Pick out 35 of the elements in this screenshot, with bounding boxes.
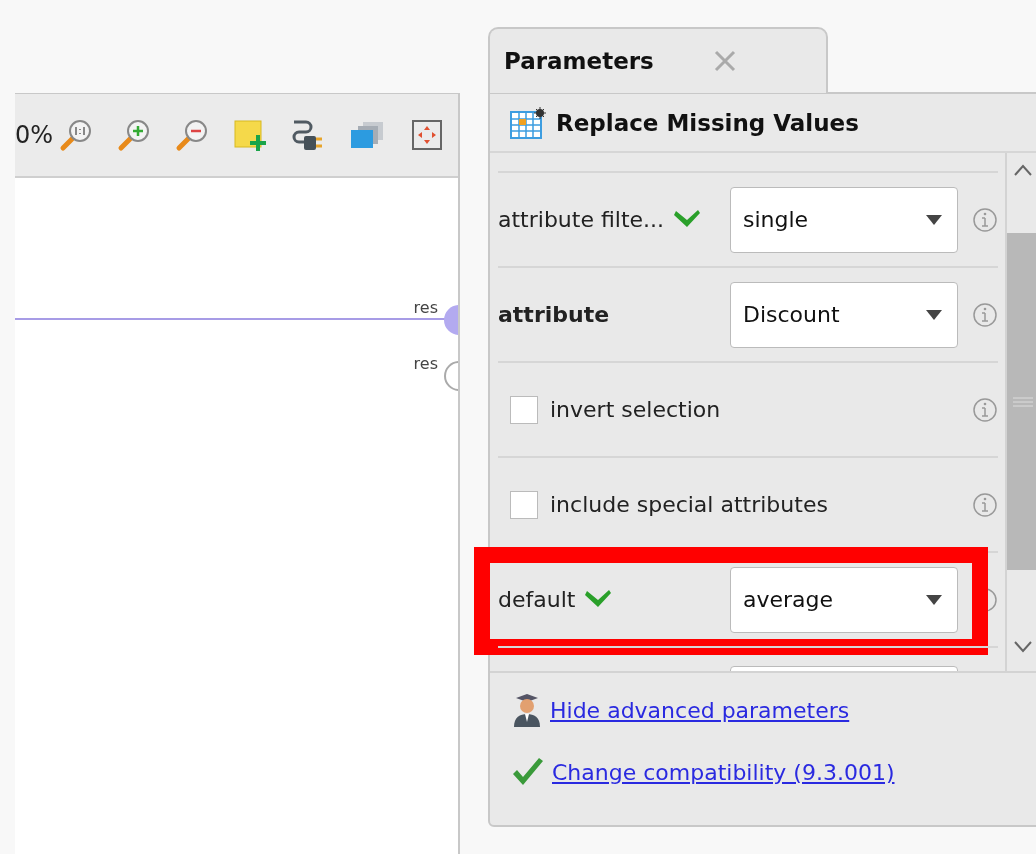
add-note-icon[interactable] xyxy=(233,118,268,152)
check-icon xyxy=(512,757,544,787)
info-icon[interactable] xyxy=(972,491,998,518)
scroll-up-icon[interactable] xyxy=(1012,163,1033,177)
info-icon[interactable] xyxy=(972,396,998,423)
port-label: res xyxy=(413,298,438,317)
dropdown[interactable]: single xyxy=(730,186,958,253)
info-icon[interactable] xyxy=(972,206,998,233)
checkbox-label: invert selection xyxy=(550,397,722,422)
dropdown[interactable]: Discount xyxy=(730,281,958,348)
graduate-icon xyxy=(512,693,542,727)
dropdown[interactable]: average xyxy=(730,566,958,633)
parameter-label: attribute xyxy=(498,302,610,327)
zoom-out-icon[interactable] xyxy=(175,118,210,152)
link[interactable]: Hide advanced parameters xyxy=(550,697,850,723)
caret-icon xyxy=(925,308,943,321)
parameters-tab[interactable]: Parameters xyxy=(488,27,828,93)
parameter-label: attribute filte... xyxy=(498,207,665,232)
zoom-level: 0% xyxy=(15,121,54,149)
zoom-reset-icon[interactable] xyxy=(59,118,94,152)
scroll-down-icon[interactable] xyxy=(1012,640,1033,654)
checkbox-label: include special attributes xyxy=(550,492,829,517)
link[interactable]: Change compatibility (9.3.001) xyxy=(552,759,895,785)
info-icon[interactable] xyxy=(972,301,998,328)
caret-icon xyxy=(925,213,943,226)
port-label: res xyxy=(413,354,438,373)
checkbox[interactable] xyxy=(510,490,538,519)
layers-icon[interactable] xyxy=(349,120,386,150)
scrollbar-thumb[interactable] xyxy=(1007,233,1036,570)
caret-icon xyxy=(925,593,943,606)
zoom-in-icon[interactable] xyxy=(117,118,152,152)
checkbox[interactable] xyxy=(510,395,538,424)
parameter-label: default xyxy=(498,587,576,612)
close-icon[interactable] xyxy=(713,50,736,72)
operator-title: Replace Missing Values xyxy=(556,109,859,136)
